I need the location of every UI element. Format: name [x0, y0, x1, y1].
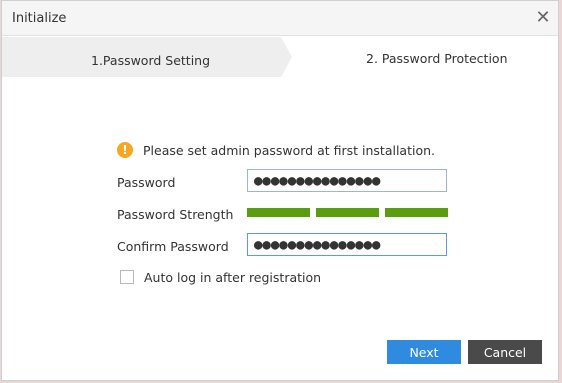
title-bar: Initialize ✕	[2, 1, 558, 36]
strength-segment	[385, 208, 448, 217]
step-1-label: 1.Password Setting	[91, 53, 211, 68]
password-field[interactable]	[247, 169, 447, 192]
step-2-label: 2. Password Protection	[366, 51, 508, 66]
close-icon[interactable]: ✕	[534, 9, 552, 27]
dialog-title: Initialize	[12, 11, 67, 26]
confirm-password-field[interactable]	[247, 233, 447, 256]
auto-login-label[interactable]: Auto log in after registration	[144, 270, 321, 285]
step-password-setting: 1.Password Setting	[2, 37, 292, 77]
auto-login-checkbox[interactable]	[120, 270, 134, 284]
next-button[interactable]: Next	[387, 340, 461, 364]
strength-segment	[247, 208, 310, 217]
cancel-button[interactable]: Cancel	[468, 340, 542, 364]
step-indicator: 1.Password Setting 2. Password Protectio…	[2, 37, 558, 77]
strength-segment	[316, 208, 379, 217]
initialize-dialog: Initialize ✕ 1.Password Setting 2. Passw…	[1, 0, 559, 381]
password-strength-meter	[247, 208, 448, 217]
password-label: Password	[117, 175, 176, 190]
password-strength-label: Password Strength	[117, 207, 234, 222]
warning-icon: !	[117, 142, 133, 158]
confirm-password-label: Confirm Password	[117, 239, 229, 254]
notice-text: Please set admin password at first insta…	[143, 142, 435, 158]
notice: ! Please set admin password at first ins…	[117, 141, 435, 159]
